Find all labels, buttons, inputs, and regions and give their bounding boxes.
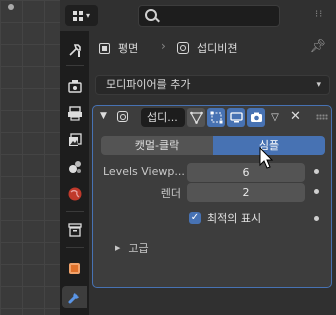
edit-cage-toggle-icon[interactable] [187,108,205,127]
view-layer-icon[interactable] [62,129,87,151]
chevron-down-icon: ▾ [316,80,321,90]
levels-viewport-field[interactable]: 6 [187,163,305,182]
output-icon[interactable] [62,102,87,124]
advanced-subpanel-header[interactable]: ▶ 고급 [115,240,149,256]
subdivision-icon [177,42,189,54]
render-toggle-camera-icon[interactable] [247,108,265,127]
subdivision-modifier-panel: ▼ 섭디... ▽ ✕ 캣멀-클락 심플 Levels Viewp... 6 렌… [92,105,332,288]
keyframe-dot-icon[interactable] [314,169,319,174]
object-icon[interactable] [62,257,87,279]
editor-type-button[interactable]: ▾ [65,5,98,26]
optimal-display-row[interactable]: ✓ 최적의 표시 [189,210,261,226]
add-modifier-label: 모디파이어를 추가 [106,78,191,91]
keyframe-dot-icon[interactable] [314,189,319,194]
search-icon [145,9,157,21]
close-icon[interactable]: ✕ [290,109,301,124]
world-icon[interactable] [62,183,87,205]
breadcrumb-object: 평면 [99,40,138,56]
properties-editor-icon [72,10,83,21]
breadcrumb-object-label: 평면 [118,42,139,55]
header-grip-icon[interactable]: ⁝⁝ [315,9,323,20]
subdivision-icon [117,111,128,122]
viewport-display-toggle-icon[interactable] [227,108,245,127]
expand-arrow-icon: ▶ [115,244,121,252]
properties-header: ▾ ⁝⁝ [60,0,336,31]
collection-icon[interactable] [62,219,87,241]
modifier-header: ▼ 섭디... ▽ ✕ [93,106,331,130]
breadcrumb-modifier: 섭디비젼 [177,40,237,56]
properties-panel: 평면 › 섭디비젼 📌︎ 모디파이어를 추가 ▾ ▼ 섭디... ▽ ✕ 캣멀-… [89,31,336,315]
breadcrumb-separator: › [161,39,166,53]
modifier-name-field[interactable]: 섭디... [141,108,185,127]
levels-viewport-row: Levels Viewp... 6 [101,163,331,182]
catmull-clark-button[interactable]: 캣멀-클락 [101,136,213,155]
mouse-cursor-icon [259,147,274,169]
modifier-wrench-icon[interactable] [62,286,87,308]
render-icon[interactable] [62,75,87,97]
optimal-display-checkbox[interactable]: ✓ [189,212,201,224]
advanced-label: 고급 [128,242,149,255]
chevron-down-icon[interactable]: ▽ [266,108,284,127]
breadcrumb-modifier-label: 섭디비젼 [197,42,238,55]
properties-tabs [60,31,89,315]
breadcrumb: 평면 › 섭디비젼 📌︎ [89,37,336,57]
object-icon [99,42,110,54]
add-modifier-button[interactable]: 모디파이어를 추가 ▾ [95,75,330,95]
3d-viewport[interactable] [0,0,60,315]
levels-viewport-label: Levels Viewp... [103,165,185,178]
tool-icon[interactable] [62,39,87,61]
drag-handle-icon[interactable] [316,114,328,120]
optimal-display-label: 최적의 표시 [207,212,262,225]
render-levels-row: 렌더 2 [101,183,331,202]
chevron-down-icon: ▾ [85,11,90,20]
collapse-arrow-icon[interactable]: ▼ [100,111,107,121]
subdivision-type-selector: 캣멀-클락 심플 [101,136,325,155]
edit-mode-toggle-icon[interactable] [207,108,225,127]
render-levels-field[interactable]: 2 [187,183,305,202]
scene-icon[interactable] [62,156,87,178]
viewport-corner-handle[interactable] [0,0,25,10]
pin-icon[interactable]: 📌︎ [309,39,326,54]
search-input[interactable] [138,5,280,27]
keyframe-dot-icon[interactable] [314,216,319,221]
render-levels-label: 렌더 [160,187,181,200]
